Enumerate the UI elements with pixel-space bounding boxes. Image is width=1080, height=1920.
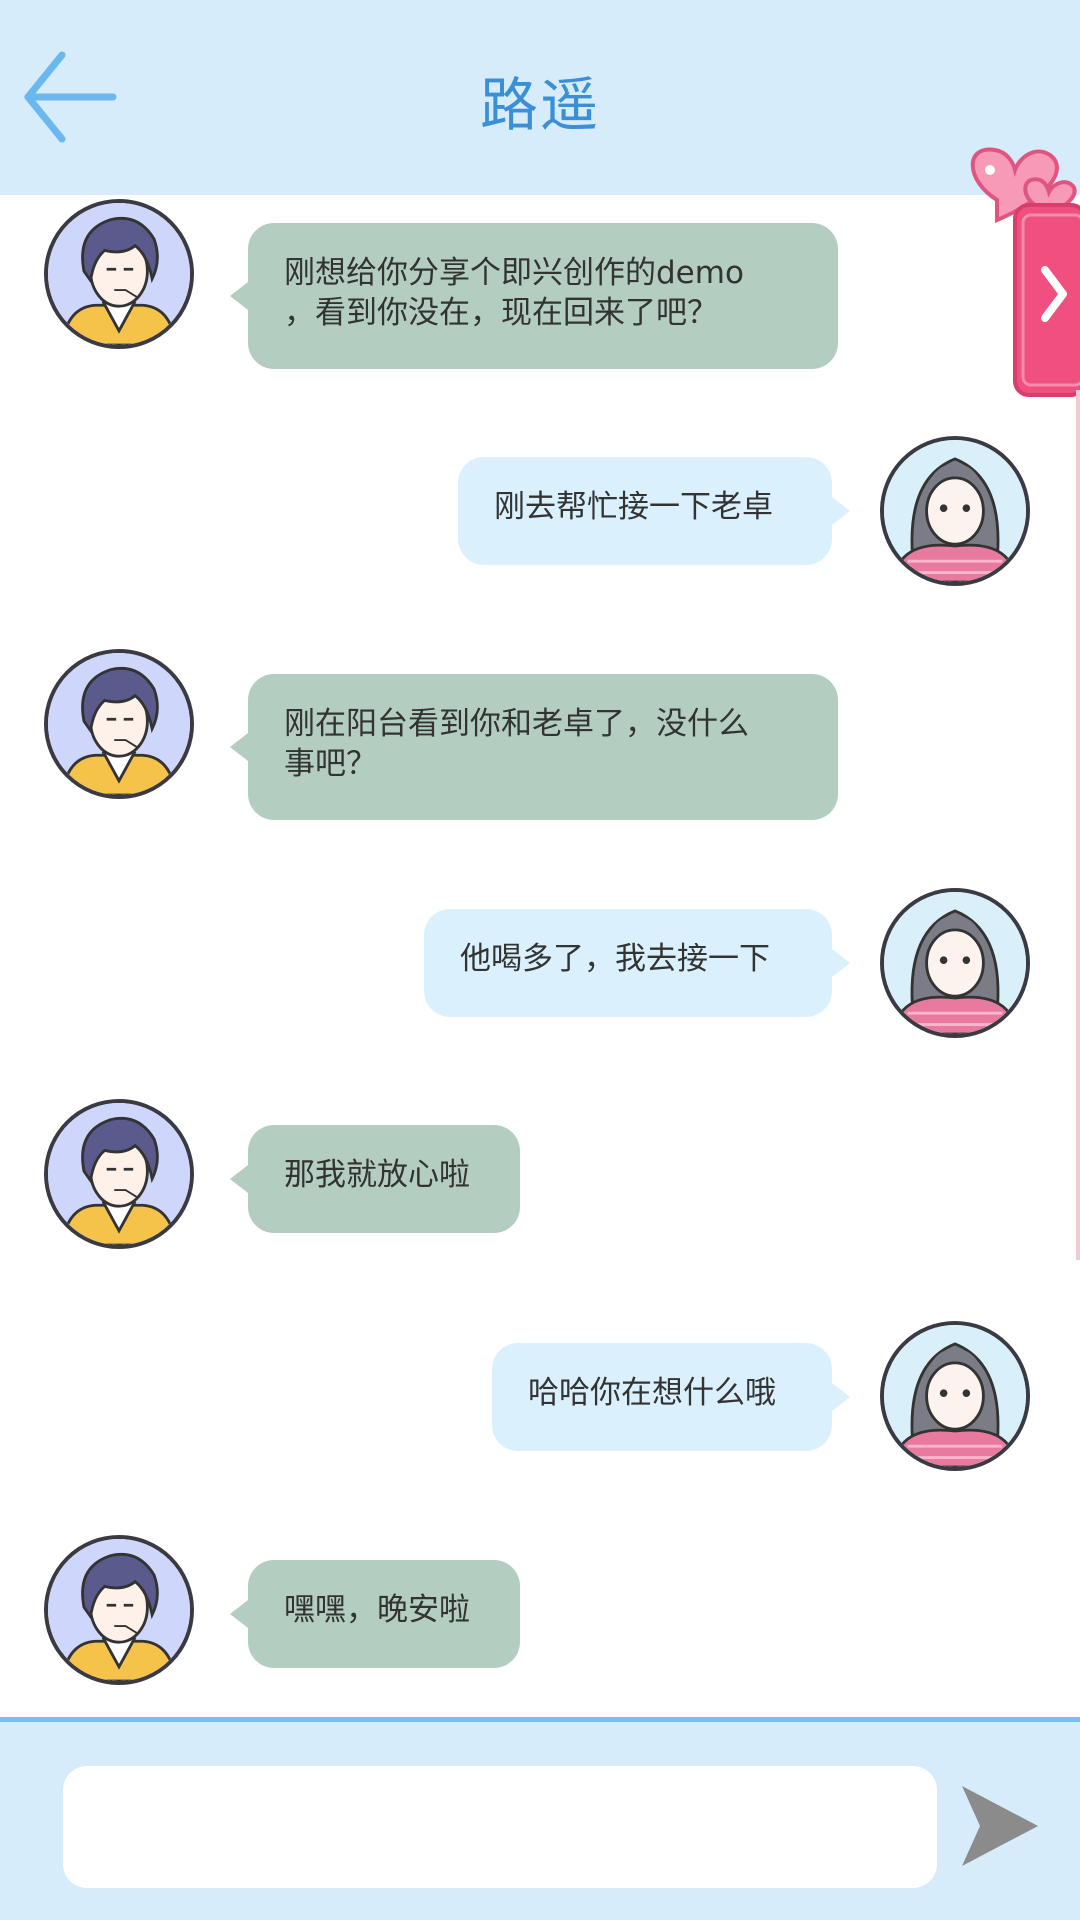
my-avatar[interactable]	[880, 436, 1030, 586]
message-list[interactable]: 刚想给你分享个即兴创作的demo ，看到你没在，现在回来了吧？ 刚去帮忙接一下老…	[0, 195, 1080, 1717]
message-item: 哈哈你在想什么哦	[0, 1317, 1080, 1497]
message-bubble[interactable]: 刚在阳台看到你和老卓了，没什么 事吧？	[230, 674, 838, 820]
message-item: 刚去帮忙接一下老卓	[0, 431, 1080, 611]
contact-avatar[interactable]	[44, 649, 194, 799]
message-bubble[interactable]: 哈哈你在想什么哦	[492, 1343, 850, 1451]
message-text-line: 刚去帮忙接一下老卓	[494, 489, 773, 525]
message-item: 刚在阳台看到你和老卓了，没什么 事吧？	[0, 645, 1080, 845]
message-item: 那我就放心啦	[0, 1095, 1080, 1265]
send-icon	[962, 1786, 1038, 1866]
message-item: 刚想给你分享个即兴创作的demo ，看到你没在，现在回来了吧？	[0, 195, 1080, 395]
message-bubble[interactable]: 嘿嘿，晚安啦	[230, 1560, 520, 1668]
message-bubble[interactable]: 刚去帮忙接一下老卓	[458, 457, 850, 565]
message-input[interactable]	[63, 1766, 937, 1888]
composer-bar	[0, 1717, 1080, 1920]
message-text-line: ，看到你没在，现在回来了吧？	[284, 295, 718, 331]
message-bubble[interactable]: 那我就放心啦	[230, 1125, 520, 1233]
send-button[interactable]	[958, 1782, 1042, 1870]
contact-avatar[interactable]	[44, 1535, 194, 1685]
message-text-line: 刚想给你分享个即兴创作的demo	[284, 255, 744, 291]
message-item: 他喝多了，我去接一下	[0, 883, 1080, 1063]
message-text-line: 嘿嘿，晚安啦	[284, 1592, 470, 1628]
chat-header: 路遥	[0, 0, 1080, 195]
message-text-line: 刚在阳台看到你和老卓了，没什么	[284, 706, 749, 742]
contact-avatar[interactable]	[44, 199, 194, 349]
message-item: 嘿嘿，晚安啦	[0, 1535, 1080, 1705]
message-text-line: 他喝多了，我去接一下	[460, 941, 770, 977]
message-text-line: 那我就放心啦	[284, 1157, 470, 1193]
message-text-line: 哈哈你在想什么哦	[528, 1375, 776, 1411]
message-text-line: 事吧？	[284, 746, 377, 782]
my-avatar[interactable]	[880, 888, 1030, 1038]
page-title: 路遥	[479, 71, 600, 139]
message-bubble[interactable]: 刚想给你分享个即兴创作的demo ，看到你没在，现在回来了吧？	[230, 223, 838, 369]
my-avatar[interactable]	[880, 1321, 1030, 1471]
contact-avatar[interactable]	[44, 1099, 194, 1249]
message-bubble[interactable]: 他喝多了，我去接一下	[424, 909, 850, 1017]
